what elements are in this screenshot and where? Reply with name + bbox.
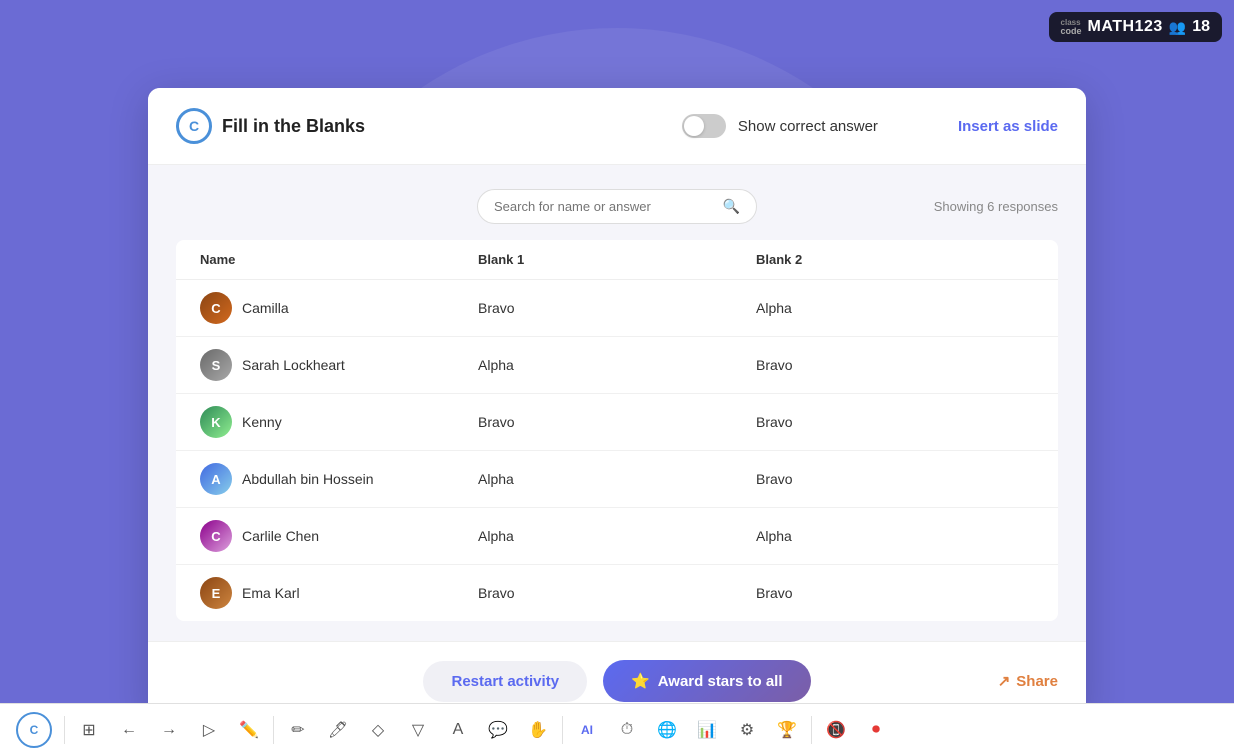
- toolbar-section-drawing: ✏ 🖊 ◇ ▽ A 💬 ✋: [278, 710, 558, 750]
- trophy-icon[interactable]: 🏆: [767, 710, 807, 750]
- blank1-answer: Bravo: [478, 300, 756, 316]
- chart-icon[interactable]: 📊: [687, 710, 727, 750]
- table-row: A Abdullah bin Hossein Alpha Bravo: [176, 451, 1058, 508]
- blank1-answer: Bravo: [478, 585, 756, 601]
- toolbar-divider-4: [811, 716, 812, 744]
- toolbar-section-nav: ⊞ ← → ▷ ✏️: [69, 710, 269, 750]
- student-name: Ema Karl: [242, 585, 300, 601]
- student-cell: S Sarah Lockheart: [200, 349, 478, 381]
- toolbar-logo[interactable]: C: [16, 712, 52, 748]
- avatar: C: [200, 292, 232, 324]
- class-code-label: class code: [1061, 19, 1082, 36]
- timer-icon[interactable]: ⏱: [607, 710, 647, 750]
- ai-icon[interactable]: AI: [567, 710, 607, 750]
- gesture-icon[interactable]: ✋: [518, 710, 558, 750]
- arrow-right-icon[interactable]: →: [149, 710, 189, 750]
- record-icon[interactable]: ⏺: [856, 710, 896, 750]
- table-row: C Camilla Bravo Alpha: [176, 280, 1058, 337]
- student-cell: C Carlile Chen: [200, 520, 478, 552]
- blank1-answer: Alpha: [478, 357, 756, 373]
- avatar: E: [200, 577, 232, 609]
- award-stars-button[interactable]: ⭐ Award stars to all: [603, 660, 810, 702]
- blank1-answer: Alpha: [478, 471, 756, 487]
- main-modal: C Fill in the Blanks Show correct answer…: [148, 88, 1086, 720]
- share-label: Share: [1016, 673, 1058, 690]
- blank2-answer: Bravo: [756, 414, 1034, 430]
- student-cell: E Ema Karl: [200, 577, 478, 609]
- avatar: A: [200, 463, 232, 495]
- student-name: Carlile Chen: [242, 528, 319, 544]
- award-stars-label: Award stars to all: [658, 673, 783, 690]
- student-name: Camilla: [242, 300, 289, 316]
- avatar: S: [200, 349, 232, 381]
- blank2-answer: Alpha: [756, 528, 1034, 544]
- search-icon: 🔍: [723, 198, 740, 215]
- search-box[interactable]: 🔍: [477, 189, 757, 224]
- blank1-answer: Bravo: [478, 414, 756, 430]
- modal-header: C Fill in the Blanks Show correct answer…: [148, 88, 1086, 165]
- student-cell: K Kenny: [200, 406, 478, 438]
- student-name: Sarah Lockheart: [242, 357, 345, 373]
- student-name: Abdullah bin Hossein: [242, 471, 374, 487]
- search-input[interactable]: [494, 199, 715, 214]
- camera-off-icon[interactable]: 📵: [816, 710, 856, 750]
- app-logo-icon: C: [176, 108, 212, 144]
- insert-as-slide-button[interactable]: Insert as slide: [958, 118, 1058, 135]
- avatar: K: [200, 406, 232, 438]
- blank1-answer: Alpha: [478, 528, 756, 544]
- globe-icon[interactable]: 🌐: [647, 710, 687, 750]
- student-name: Kenny: [242, 414, 282, 430]
- col-blank2: Blank 2: [756, 252, 1034, 267]
- user-count: 18: [1192, 18, 1210, 36]
- class-code-value: MATH123: [1088, 18, 1163, 36]
- toggle-wrapper[interactable]: [682, 114, 726, 138]
- table-header: Name Blank 1 Blank 2: [176, 240, 1058, 280]
- table-row: K Kenny Bravo Bravo: [176, 394, 1058, 451]
- pen-icon[interactable]: ✏️: [229, 710, 269, 750]
- blank2-answer: Alpha: [756, 300, 1034, 316]
- toolbar-divider-3: [562, 716, 563, 744]
- modal-body: 🔍 Showing 6 responses Name Blank 1 Blank…: [148, 165, 1086, 641]
- toolbar-section-tools: AI ⏱ 🌐 📊 ⚙ 🏆: [567, 710, 807, 750]
- avatar: C: [200, 520, 232, 552]
- col-blank1: Blank 1: [478, 252, 756, 267]
- header-center: Show correct answer: [682, 114, 878, 138]
- text-icon[interactable]: A: [438, 710, 478, 750]
- highlight-icon[interactable]: 🖊: [318, 710, 358, 750]
- play-icon[interactable]: ▷: [189, 710, 229, 750]
- modal-title: Fill in the Blanks: [222, 116, 365, 137]
- student-cell: C Camilla: [200, 292, 478, 324]
- eraser-icon[interactable]: ◇: [358, 710, 398, 750]
- response-table: Name Blank 1 Blank 2 C Camilla Bravo Alp…: [176, 240, 1058, 621]
- showing-responses-text: Showing 6 responses: [934, 199, 1058, 214]
- toggle-label: Show correct answer: [738, 118, 878, 135]
- show-correct-answer-toggle[interactable]: [682, 114, 726, 138]
- table-row: C Carlile Chen Alpha Alpha: [176, 508, 1058, 565]
- users-icon: 👥: [1169, 19, 1186, 36]
- toolbar: C ⊞ ← → ▷ ✏️ ✏ 🖊 ◇ ▽ A 💬 ✋ AI ⏱ 🌐 📊 ⚙ 🏆 …: [0, 703, 1234, 755]
- grid-view-icon[interactable]: ⊞: [69, 710, 109, 750]
- toolbar-divider-1: [64, 716, 65, 744]
- class-badge: class code MATH123 👥 18: [1049, 12, 1222, 42]
- table-row: S Sarah Lockheart Alpha Bravo: [176, 337, 1058, 394]
- comment-icon[interactable]: 💬: [478, 710, 518, 750]
- pencil-icon[interactable]: ✏: [278, 710, 318, 750]
- blank2-answer: Bravo: [756, 471, 1034, 487]
- toolbar-divider-2: [273, 716, 274, 744]
- logo-area: C Fill in the Blanks: [176, 108, 682, 144]
- share-button[interactable]: ↗ Share: [998, 672, 1058, 690]
- shapes-icon[interactable]: ▽: [398, 710, 438, 750]
- toolbar-section-right: 📵 ⏺: [816, 710, 896, 750]
- settings-icon[interactable]: ⚙: [727, 710, 767, 750]
- star-icon: ⭐: [631, 672, 650, 690]
- blank2-answer: Bravo: [756, 357, 1034, 373]
- restart-activity-button[interactable]: Restart activity: [423, 661, 587, 702]
- table-row: E Ema Karl Bravo Bravo: [176, 565, 1058, 621]
- blank2-answer: Bravo: [756, 585, 1034, 601]
- student-cell: A Abdullah bin Hossein: [200, 463, 478, 495]
- share-icon: ↗: [998, 672, 1011, 690]
- col-name: Name: [200, 252, 478, 267]
- search-row: 🔍 Showing 6 responses: [176, 189, 1058, 224]
- arrow-left-icon[interactable]: ←: [109, 710, 149, 750]
